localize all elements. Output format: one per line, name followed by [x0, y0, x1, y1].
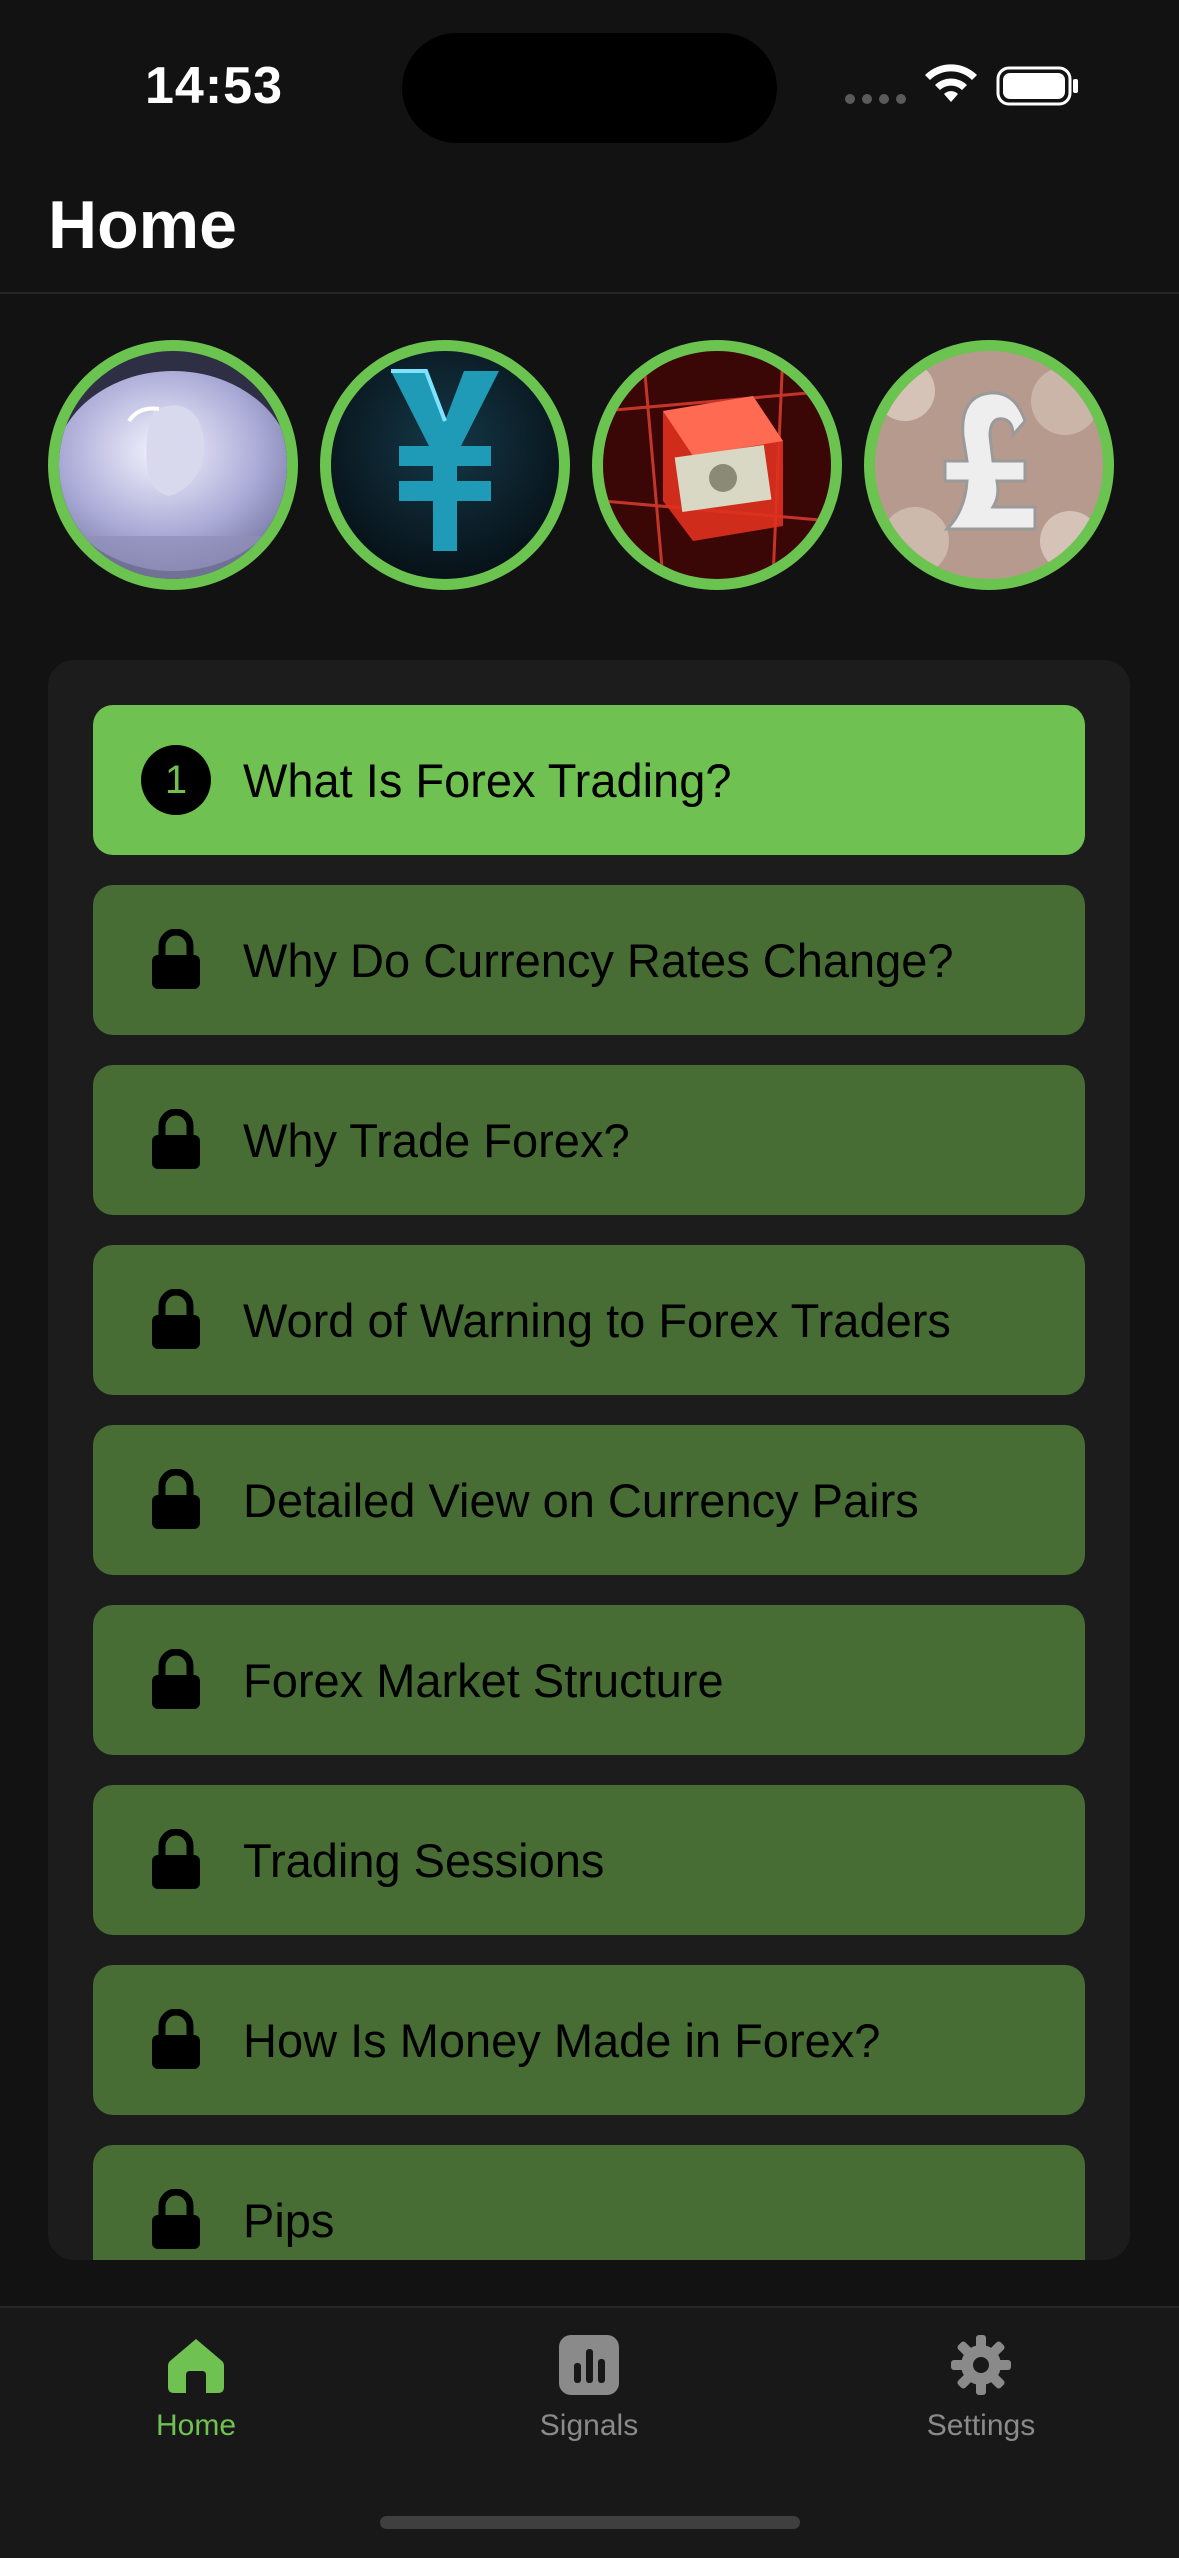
header-divider	[0, 292, 1179, 294]
dynamic-island	[402, 33, 777, 143]
lessons-panel: 1 What Is Forex Trading? Why Do Currency…	[48, 660, 1130, 2260]
lesson-label: Trading Sessions	[243, 1833, 605, 1887]
dollar-cube-image	[603, 351, 831, 579]
lock-icon	[141, 1285, 211, 1355]
gear-icon	[951, 2335, 1011, 2395]
lock-icon	[141, 2185, 211, 2255]
pound-story[interactable]	[864, 340, 1114, 590]
status-time: 14:53	[145, 57, 283, 115]
lesson-item-3[interactable]: Why Trade Forex?	[93, 1065, 1085, 1215]
lock-icon	[141, 925, 211, 995]
stories-row	[48, 340, 1138, 590]
chart-icon	[559, 2335, 619, 2395]
lock-icon	[141, 1465, 211, 1535]
lesson-label: Why Trade Forex?	[243, 1113, 630, 1167]
status-bar: 14:53	[0, 0, 1179, 170]
yen-image	[331, 351, 559, 579]
lesson-label: What Is Forex Trading?	[243, 753, 732, 807]
lesson-item-1[interactable]: 1 What Is Forex Trading?	[93, 705, 1085, 855]
silver-coin-story[interactable]	[48, 340, 298, 590]
lesson-label: Why Do Currency Rates Change?	[243, 933, 954, 987]
tab-label: Home	[155, 2409, 237, 2442]
lesson-label: Word of Warning to Forex Traders	[243, 1293, 951, 1347]
tab-label: Signals	[539, 2409, 639, 2442]
lesson-item-9[interactable]: Pips	[93, 2145, 1085, 2260]
lesson-item-2[interactable]: Why Do Currency Rates Change?	[93, 885, 1085, 1035]
cellular-signal-icon	[845, 94, 906, 104]
lesson-label: Forex Market Structure	[243, 1653, 724, 1707]
pound-image	[875, 351, 1103, 579]
lesson-item-7[interactable]: Trading Sessions	[93, 1785, 1085, 1935]
lesson-label: Detailed View on Currency Pairs	[243, 1473, 919, 1527]
lesson-item-8[interactable]: How Is Money Made in Forex?	[93, 1965, 1085, 2115]
page-title: Home	[48, 187, 237, 263]
lesson-item-4[interactable]: Word of Warning to Forex Traders	[93, 1245, 1085, 1395]
battery-icon	[996, 66, 1078, 106]
home-indicator	[380, 2516, 800, 2529]
tab-label: Settings	[926, 2409, 1036, 2442]
lesson-label: Pips	[243, 2193, 335, 2247]
lock-icon	[141, 1105, 211, 1175]
silver-coin-image	[59, 351, 287, 579]
tab-signals[interactable]: Signals	[469, 2308, 709, 2458]
tab-settings[interactable]: Settings	[861, 2308, 1101, 2458]
wifi-icon	[925, 64, 977, 102]
lesson-item-6[interactable]: Forex Market Structure	[93, 1605, 1085, 1755]
tab-home[interactable]: Home	[76, 2308, 316, 2458]
lesson-label: How Is Money Made in Forex?	[243, 2013, 881, 2067]
yen-story[interactable]	[320, 340, 570, 590]
lock-icon	[141, 1645, 211, 1715]
lock-icon	[141, 2005, 211, 2075]
dollar-cube-story[interactable]	[592, 340, 842, 590]
lesson-item-5[interactable]: Detailed View on Currency Pairs	[93, 1425, 1085, 1575]
lesson-number-badge: 1	[141, 745, 211, 815]
home-icon	[168, 2339, 224, 2393]
lock-icon	[141, 1825, 211, 1895]
